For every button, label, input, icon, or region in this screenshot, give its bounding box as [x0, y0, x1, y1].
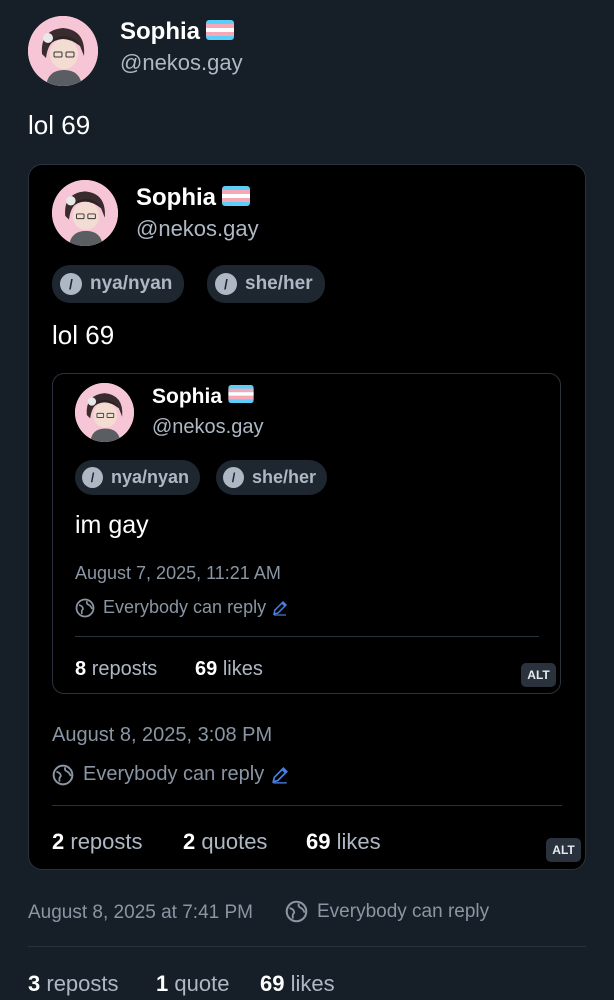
reposts-label: reposts — [46, 971, 119, 996]
quotes-label: quote — [174, 971, 230, 996]
author-avatar[interactable] — [28, 16, 98, 86]
quotes-count: 2 — [183, 829, 196, 854]
nested-quote-author-name-text: Sophia — [152, 385, 223, 408]
pronoun-pill[interactable]: / she/her — [207, 265, 325, 303]
quote-likes-stat[interactable]: 69 likes — [306, 829, 381, 855]
nested-likes-stat[interactable]: 69 likes — [195, 658, 263, 681]
pronoun-label: nya/nyan — [90, 273, 173, 294]
likes-label: likes — [222, 658, 263, 680]
quote-author-name[interactable]: Sophia — [136, 184, 251, 213]
likes-label: likes — [290, 971, 335, 996]
slash-icon: / — [60, 273, 82, 295]
quote-reply-setting[interactable]: Everybody can reply — [52, 763, 289, 786]
pronoun-label: she/her — [245, 273, 313, 294]
pencil-icon[interactable] — [271, 766, 289, 784]
avatar-image — [52, 180, 118, 246]
likes-count: 69 — [306, 829, 331, 854]
quote-reposts-stat[interactable]: 2 reposts — [52, 829, 143, 855]
globe-icon — [52, 764, 74, 786]
nested-reply-setting[interactable]: Everybody can reply — [75, 597, 288, 618]
quote-timestamp[interactable]: August 8, 2025, 3:08 PM — [52, 724, 272, 747]
slash-icon: / — [223, 467, 244, 488]
quote-author-name-text: Sophia — [136, 184, 217, 211]
reposts-label: reposts — [91, 658, 158, 680]
quotes-count: 1 — [156, 971, 169, 996]
post-timestamp[interactable]: August 8, 2025 at 7:41 PM — [28, 902, 253, 924]
reposts-count: 3 — [28, 971, 41, 996]
reposts-label: reposts — [70, 829, 143, 854]
avatar-image — [75, 383, 134, 442]
slash-icon: / — [215, 273, 237, 295]
pronoun-pill[interactable]: / nya/nyan — [52, 265, 185, 303]
quote-post-text: lol 69 — [52, 320, 115, 350]
likes-label: likes — [336, 829, 381, 854]
reply-setting-label: Everybody can reply — [103, 597, 267, 617]
post-reply-setting[interactable]: Everybody can reply — [285, 900, 489, 923]
pencil-icon[interactable] — [272, 600, 288, 616]
quote-quotes-stat[interactable]: 2 quotes — [183, 829, 267, 855]
divider — [28, 946, 586, 947]
trans-flag-icon — [222, 185, 251, 213]
avatar-image — [28, 16, 98, 86]
pronoun-label: nya/nyan — [111, 467, 190, 487]
author-name-text: Sophia — [120, 18, 201, 45]
author-name[interactable]: Sophia — [120, 18, 235, 47]
post-text: lol 69 — [28, 110, 91, 140]
quote-author-handle[interactable]: @nekos.gay — [136, 216, 259, 242]
pronoun-label: she/her — [252, 467, 317, 487]
post-quotes-stat[interactable]: 1 quote — [156, 971, 229, 997]
nested-quote-timestamp[interactable]: August 7, 2025, 11:21 AM — [75, 563, 281, 584]
author-handle[interactable]: @nekos.gay — [120, 50, 243, 76]
trans-flag-icon — [228, 385, 254, 409]
globe-icon — [285, 900, 308, 923]
reposts-count: 8 — [75, 658, 87, 680]
reply-setting-label: Everybody can reply — [83, 763, 265, 785]
divider — [52, 805, 562, 806]
nested-quote-author-avatar[interactable] — [75, 383, 134, 442]
likes-count: 69 — [260, 971, 285, 996]
alt-badge[interactable]: ALT — [521, 663, 556, 687]
trans-flag-icon — [206, 19, 235, 47]
nested-quote-post-text: im gay — [75, 511, 149, 539]
slash-icon: / — [82, 467, 103, 488]
quotes-label: quotes — [201, 829, 268, 854]
pronoun-pill[interactable]: / nya/nyan — [75, 460, 201, 495]
post-reposts-stat[interactable]: 3 reposts — [28, 971, 119, 997]
reposts-count: 2 — [52, 829, 65, 854]
likes-count: 69 — [195, 658, 218, 680]
nested-quote-author-name[interactable]: Sophia — [152, 385, 254, 409]
quote-author-avatar[interactable] — [52, 180, 118, 246]
reply-setting-label: Everybody can reply — [317, 900, 490, 922]
pronoun-pill[interactable]: / she/her — [216, 460, 328, 495]
alt-badge[interactable]: ALT — [546, 838, 581, 862]
nested-reposts-stat[interactable]: 8 reposts — [75, 658, 157, 681]
divider — [75, 636, 539, 637]
post-likes-stat[interactable]: 69 likes — [260, 971, 335, 997]
globe-icon — [75, 598, 95, 618]
nested-quote-author-handle[interactable]: @nekos.gay — [152, 416, 263, 439]
